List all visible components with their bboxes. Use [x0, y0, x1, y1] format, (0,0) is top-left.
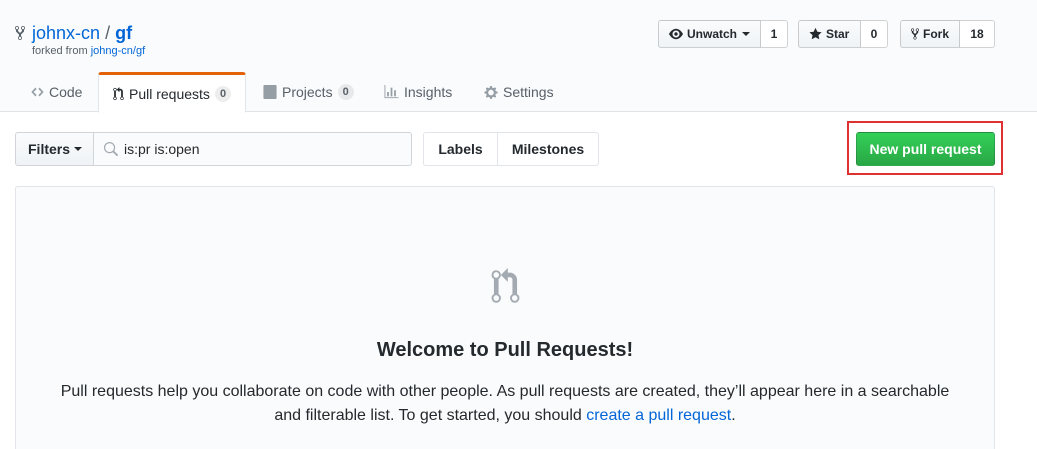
create-pull-request-link[interactable]: create a pull request: [586, 407, 731, 424]
star-group: Star 0: [798, 20, 888, 48]
graph-icon: [384, 85, 399, 99]
tab-insights-label: Insights: [404, 84, 453, 100]
labels-button[interactable]: Labels: [423, 132, 498, 166]
filters-label: Filters: [28, 141, 71, 157]
milestones-button[interactable]: Milestones: [498, 132, 599, 166]
chevron-down-icon: [742, 32, 750, 36]
repo-header: johnx-cn / gf forked from johng-cn/gf Un…: [0, 0, 1037, 113]
forked-from-link[interactable]: johng-cn/gf: [91, 45, 145, 57]
search-icon: [103, 142, 118, 157]
repo-separator: /: [105, 23, 111, 43]
blankslate-title: Welcome to Pull Requests!: [376, 339, 634, 361]
tab-projects[interactable]: Projects 0: [263, 72, 354, 112]
pull-request-icon: [491, 268, 520, 303]
tab-insights[interactable]: Insights: [384, 72, 452, 112]
fork-count[interactable]: 18: [960, 20, 995, 48]
tab-settings[interactable]: Settings: [484, 72, 554, 112]
pull-requests-counter: 0: [214, 85, 232, 102]
tab-code-label: Code: [49, 84, 83, 100]
repo-owner-link[interactable]: johnx-cn: [32, 23, 100, 43]
filters-button[interactable]: Filters: [15, 132, 94, 166]
tab-code[interactable]: Code: [31, 72, 82, 112]
tab-projects-label: Projects: [282, 84, 333, 100]
gear-icon: [484, 85, 498, 99]
repo-forked-icon: [15, 25, 25, 41]
blankslate-text-after: .: [731, 407, 736, 424]
tab-settings-label: Settings: [503, 84, 554, 100]
unwatch-button[interactable]: Unwatch: [658, 20, 761, 48]
labels-milestones-group: Labels Milestones: [423, 132, 599, 166]
star-button[interactable]: Star: [798, 20, 861, 48]
forked-from-label: forked from: [32, 45, 88, 57]
unwatch-label: Unwatch: [686, 27, 737, 41]
repo-title: johnx-cn / gf: [32, 21, 132, 45]
watch-group: Unwatch 1: [658, 20, 788, 48]
forked-from: forked from johng-cn/gf: [32, 45, 145, 57]
fork-group: Fork 18: [900, 20, 995, 48]
code-icon: [31, 87, 44, 97]
search-box: [93, 132, 412, 166]
star-count[interactable]: 0: [861, 20, 888, 48]
new-pull-request-button[interactable]: New pull request: [856, 132, 995, 166]
repo-name-link[interactable]: gf: [115, 23, 132, 43]
star-icon: [809, 27, 822, 40]
watch-count[interactable]: 1: [761, 20, 788, 48]
chevron-down-icon: [74, 147, 83, 151]
star-label: Star: [826, 27, 850, 41]
fork-button[interactable]: Fork: [900, 20, 960, 48]
pull-request-icon: [113, 86, 124, 100]
search-input[interactable]: [124, 133, 404, 165]
blankslate-text: Pull requests help you collaborate on co…: [51, 380, 959, 428]
projects-counter: 0: [337, 84, 354, 100]
project-icon: [263, 85, 277, 99]
blankslate: Welcome to Pull Requests! Pull requests …: [15, 186, 995, 449]
tab-pull-requests[interactable]: Pull requests 0: [98, 72, 246, 113]
blankslate-text-before: Pull requests help you collaborate on co…: [60, 383, 950, 424]
eye-icon: [669, 28, 683, 40]
tab-pull-requests-label: Pull requests: [129, 85, 210, 102]
fork-label: Fork: [922, 27, 949, 41]
fork-icon: [911, 28, 919, 40]
